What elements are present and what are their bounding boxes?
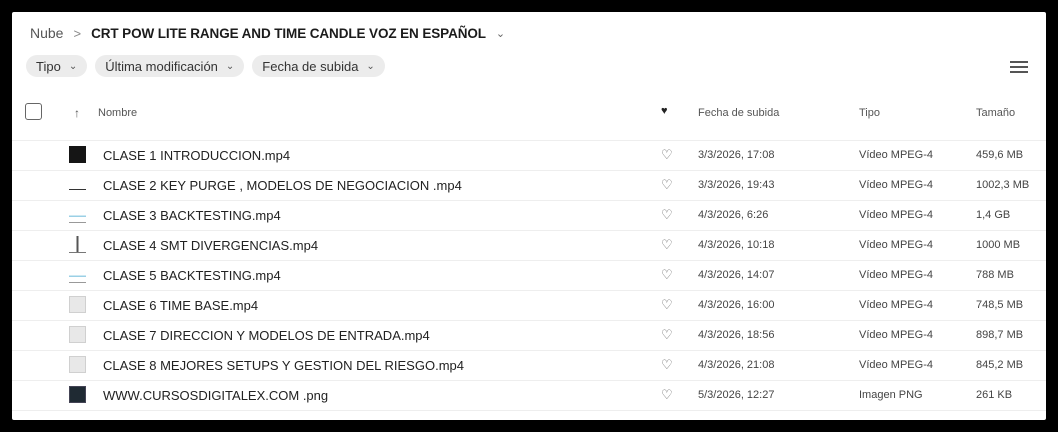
breadcrumb-current-folder[interactable]: CRT POW LITE RANGE AND TIME CANDLE VOZ E…	[91, 26, 486, 41]
filter-last-modified-label: Última modificación	[105, 58, 218, 74]
heart-outline-icon[interactable]: ♡	[661, 357, 673, 373]
file-type: Vídeo MPEG-4	[859, 269, 933, 281]
heart-outline-icon[interactable]: ♡	[661, 237, 673, 253]
file-name[interactable]: CLASE 4 SMT DIVERGENCIAS.mp4	[103, 238, 318, 253]
table-row[interactable]: CLASE 4 SMT DIVERGENCIAS.mp4 ♡ 4/3/2026,…	[12, 231, 1046, 261]
file-type: Vídeo MPEG-4	[859, 179, 933, 191]
file-date: 4/3/2026, 10:18	[698, 239, 775, 251]
select-all-checkbox[interactable]	[25, 103, 42, 120]
file-name[interactable]: CLASE 7 DIRECCION Y MODELOS DE ENTRADA.m…	[103, 328, 430, 343]
file-type: Vídeo MPEG-4	[859, 299, 933, 311]
file-name[interactable]: CLASE 8 MEJORES SETUPS Y GESTION DEL RIE…	[103, 358, 464, 373]
file-type: Vídeo MPEG-4	[859, 149, 933, 161]
column-header-type[interactable]: Tipo	[859, 107, 880, 119]
arrow-up-icon[interactable]: ↑	[74, 106, 80, 120]
file-size: 261 KB	[976, 389, 1013, 401]
file-thumbnail	[69, 176, 86, 190]
table-header: ↑ Nombre ♥ Fecha de subida Tipo Tamaño	[12, 98, 1046, 128]
file-thumbnail	[69, 296, 86, 313]
file-name[interactable]: CLASE 5 BACKTESTING.mp4	[103, 268, 281, 283]
table-row[interactable]: CLASE 8 MEJORES SETUPS Y GESTION DEL RIE…	[12, 351, 1046, 381]
file-size: 845,2 MB	[976, 359, 1024, 371]
file-thumbnail	[69, 356, 86, 373]
file-list: CLASE 1 INTRODUCCION.mp4 ♡ 3/3/2026, 17:…	[12, 140, 1046, 411]
file-date: 4/3/2026, 18:56	[698, 329, 775, 341]
table-row[interactable]: CLASE 1 INTRODUCCION.mp4 ♡ 3/3/2026, 17:…	[12, 140, 1046, 171]
breadcrumb-separator: >	[73, 25, 82, 41]
file-type: Vídeo MPEG-4	[859, 359, 933, 371]
column-header-name[interactable]: Nombre	[98, 107, 137, 119]
filter-type[interactable]: Tipo ⌄	[26, 55, 88, 77]
filter-bar: Tipo ⌄ Última modificación ⌄ Fecha de su…	[26, 55, 385, 77]
table-row[interactable]: CLASE 7 DIRECCION Y MODELOS DE ENTRADA.m…	[12, 321, 1046, 351]
table-row[interactable]: CLASE 2 KEY PURGE , MODELOS DE NEGOCIACI…	[12, 171, 1046, 201]
file-name[interactable]: CLASE 3 BACKTESTING.mp4	[103, 208, 281, 223]
file-date: 4/3/2026, 21:08	[698, 359, 775, 371]
file-date: 5/3/2026, 12:27	[698, 389, 775, 401]
filter-upload-date[interactable]: Fecha de subida ⌄	[252, 55, 385, 77]
file-thumbnail	[69, 146, 86, 163]
file-type: Vídeo MPEG-4	[859, 209, 933, 221]
file-name[interactable]: WWW.CURSOSDIGITALEX.COM .png	[103, 388, 328, 403]
file-browser: Nube > CRT POW LITE RANGE AND TIME CANDL…	[12, 12, 1046, 420]
file-size: 1,4 GB	[976, 209, 1011, 221]
file-date: 4/3/2026, 6:26	[698, 209, 769, 221]
heart-outline-icon[interactable]: ♡	[661, 177, 673, 193]
table-row[interactable]: WWW.CURSOSDIGITALEX.COM .png ♡ 5/3/2026,…	[12, 381, 1046, 411]
file-type: Imagen PNG	[859, 389, 923, 401]
filter-last-modified[interactable]: Última modificación ⌄	[95, 55, 245, 77]
file-size: 898,7 MB	[976, 329, 1024, 341]
file-date: 3/3/2026, 19:43	[698, 179, 775, 191]
file-name[interactable]: CLASE 2 KEY PURGE , MODELOS DE NEGOCIACI…	[103, 178, 462, 193]
chevron-down-icon: ⌄	[225, 60, 235, 72]
file-size: 459,6 MB	[976, 149, 1024, 161]
list-view-icon[interactable]	[1010, 60, 1028, 74]
file-size: 1000 MB	[976, 239, 1021, 251]
heart-outline-icon[interactable]: ♡	[661, 387, 673, 403]
heart-outline-icon[interactable]: ♡	[661, 147, 673, 163]
column-header-size[interactable]: Tamaño	[976, 107, 1015, 119]
table-row[interactable]: CLASE 3 BACKTESTING.mp4 ♡ 4/3/2026, 6:26…	[12, 201, 1046, 231]
heart-outline-icon[interactable]: ♡	[661, 267, 673, 283]
file-name[interactable]: CLASE 1 INTRODUCCION.mp4	[103, 148, 290, 163]
filter-type-label: Tipo	[36, 58, 61, 74]
file-thumbnail	[69, 266, 86, 283]
breadcrumb: Nube > CRT POW LITE RANGE AND TIME CANDL…	[30, 23, 505, 43]
file-thumbnail	[69, 326, 86, 343]
heart-outline-icon[interactable]: ♡	[661, 207, 673, 223]
chevron-down-icon: ⌄	[366, 60, 375, 72]
heart-outline-icon[interactable]: ♡	[661, 327, 673, 343]
file-thumbnail	[69, 236, 86, 253]
file-size: 788 MB	[976, 269, 1014, 281]
breadcrumb-root[interactable]: Nube	[30, 25, 63, 41]
heart-outline-icon[interactable]: ♡	[661, 297, 673, 313]
file-size: 1002,3 MB	[976, 179, 1030, 191]
file-date: 3/3/2026, 17:08	[698, 149, 775, 161]
chevron-down-icon[interactable]: ⌄	[496, 27, 505, 40]
file-size: 748,5 MB	[976, 299, 1024, 311]
file-date: 4/3/2026, 14:07	[698, 269, 775, 281]
file-thumbnail	[69, 386, 86, 403]
file-name[interactable]: CLASE 6 TIME BASE.mp4	[103, 298, 258, 313]
heart-filled-icon[interactable]: ♥	[661, 105, 668, 117]
file-type: Vídeo MPEG-4	[859, 329, 933, 341]
table-row[interactable]: CLASE 5 BACKTESTING.mp4 ♡ 4/3/2026, 14:0…	[12, 261, 1046, 291]
chevron-down-icon: ⌄	[68, 60, 78, 72]
filter-upload-date-label: Fecha de subida	[262, 58, 359, 74]
column-header-date[interactable]: Fecha de subida	[698, 107, 779, 119]
file-type: Vídeo MPEG-4	[859, 239, 933, 251]
file-thumbnail	[69, 206, 86, 223]
file-date: 4/3/2026, 16:00	[698, 299, 775, 311]
table-row[interactable]: CLASE 6 TIME BASE.mp4 ♡ 4/3/2026, 16:00 …	[12, 291, 1046, 321]
